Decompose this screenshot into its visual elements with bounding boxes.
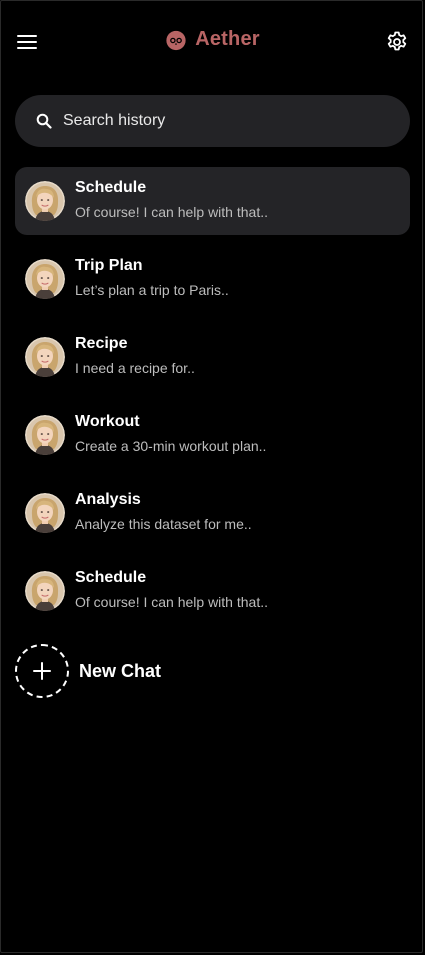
avatar [25, 259, 65, 299]
app-header: Aether [0, 0, 425, 84]
avatar [25, 571, 65, 611]
chat-preview: Let’s plan a trip to Paris.. [75, 282, 229, 298]
search-bar[interactable] [15, 95, 410, 147]
search-icon [35, 112, 53, 130]
chat-title: Trip Plan [75, 257, 143, 274]
avatar [25, 337, 65, 377]
chat-title: Analysis [75, 491, 141, 508]
chat-preview: I need a recipe for.. [75, 360, 195, 376]
chat-item-trip-plan[interactable]: Trip Plan Let’s plan a trip to Paris.. [15, 245, 410, 313]
chat-preview: Of course! I can help with that.. [75, 204, 268, 220]
chat-preview: Of course! I can help with that.. [75, 594, 268, 610]
brand: Aether [0, 28, 425, 51]
chat-item-recipe[interactable]: Recipe I need a recipe for.. [15, 323, 410, 391]
settings-button[interactable] [385, 30, 409, 54]
chat-preview: Create a 30-min workout plan.. [75, 438, 267, 454]
new-chat-button[interactable]: New Chat [15, 644, 161, 698]
avatar [25, 493, 65, 533]
chat-history-list: Schedule Of course! I can help with that… [15, 167, 410, 635]
chat-item-schedule-2[interactable]: Schedule Of course! I can help with that… [15, 557, 410, 625]
gear-icon [387, 31, 407, 51]
chat-item-analysis[interactable]: Analysis Analyze this dataset for me.. [15, 479, 410, 547]
chat-item-workout[interactable]: Workout Create a 30-min workout plan.. [15, 401, 410, 469]
avatar [25, 415, 65, 455]
brand-name: Aether [195, 28, 260, 50]
new-chat-label: New Chat [79, 660, 162, 681]
chat-item-schedule[interactable]: Schedule Of course! I can help with that… [15, 167, 410, 235]
chat-preview: Analyze this dataset for me.. [75, 516, 252, 532]
chat-title: Workout [75, 413, 140, 430]
search-input[interactable] [63, 112, 383, 130]
chat-title: Recipe [75, 335, 128, 352]
owl-logo-icon [166, 30, 186, 50]
new-chat-circle [15, 644, 69, 698]
avatar [25, 181, 65, 221]
plus-icon [33, 662, 51, 680]
chat-title: Schedule [75, 179, 147, 196]
chat-title: Schedule [75, 569, 147, 586]
